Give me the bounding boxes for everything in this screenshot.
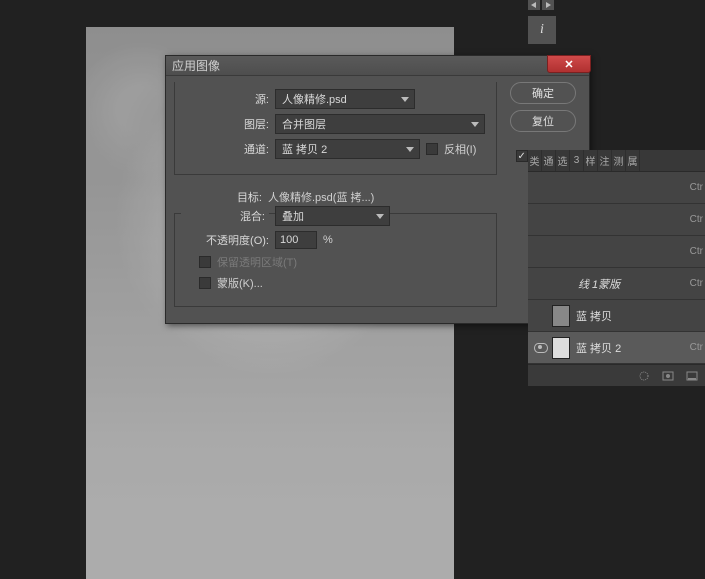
close-icon: ✕ — [564, 58, 573, 71]
opacity-value: 100 — [280, 234, 298, 246]
opacity-label: 不透明度(O): — [181, 232, 269, 248]
source-value: 人像精修.psd — [282, 91, 347, 107]
tab-0[interactable]: 类 — [528, 150, 542, 171]
preserve-transparency-label: 保留透明区域(T) — [217, 254, 297, 270]
reset-button-label: 复位 — [532, 113, 554, 129]
channel-name-3: 线 1蒙版 — [578, 276, 705, 292]
target-value: 人像精修.psd(蓝 拷...) — [268, 189, 374, 205]
channel-row-0[interactable]: Ctr — [528, 172, 705, 204]
dialog-titlebar[interactable]: 应用图像 ✕ — [166, 56, 589, 76]
opacity-input[interactable]: 100 — [275, 231, 317, 249]
close-button[interactable]: ✕ — [547, 55, 591, 73]
tab-5[interactable]: 注 — [598, 150, 612, 171]
tab-7[interactable]: 属 — [626, 150, 640, 171]
blend-value: 叠加 — [282, 208, 304, 224]
panel-tab-strip: 类 通 选 3 样 注 测 属 — [528, 150, 705, 172]
channel-thumb-4[interactable] — [552, 305, 570, 327]
channel-row-1[interactable]: Ctr — [528, 204, 705, 236]
tab-2[interactable]: 选 — [556, 150, 570, 171]
load-selection-icon[interactable] — [637, 370, 651, 382]
collapse-left-icon[interactable] — [528, 0, 540, 10]
ok-button[interactable]: 确定 — [510, 82, 576, 104]
channel-value: 蓝 拷贝 2 — [282, 141, 327, 157]
blend-select[interactable]: 叠加 — [275, 206, 390, 226]
tab-4[interactable]: 样 — [584, 150, 598, 171]
channel-row-4[interactable]: 蓝 拷贝 — [528, 300, 705, 332]
info-panel-button[interactable]: i — [528, 16, 556, 44]
save-selection-icon[interactable] — [661, 370, 675, 382]
panel-footer — [528, 364, 705, 386]
visibility-toggle-5[interactable] — [532, 343, 550, 353]
new-channel-icon[interactable] — [685, 370, 699, 382]
channel-name-5: 蓝 拷贝 2 — [576, 340, 705, 356]
blend-group: 混合: 叠加 不透明度(O): 100 % 保留透明区域(T) — [174, 213, 497, 307]
channels-panel: 类 通 选 3 样 注 测 属 Ctr Ctr Ctr 线 1蒙版 Ctr 蓝 … — [528, 150, 705, 386]
source-select[interactable]: 人像精修.psd — [275, 89, 415, 109]
channel-row-2[interactable]: Ctr — [528, 236, 705, 268]
apply-image-dialog: 应用图像 ✕ 源: 人像精修.psd 图层: 合并图层 — [165, 55, 590, 324]
shortcut-2: Ctr — [690, 246, 703, 257]
shortcut-1: Ctr — [690, 214, 703, 225]
channel-row-3[interactable]: 线 1蒙版 Ctr — [528, 268, 705, 300]
tab-1[interactable]: 通 — [542, 150, 556, 171]
preview-checkbox[interactable] — [516, 150, 528, 162]
opacity-unit: % — [323, 234, 333, 246]
channel-select[interactable]: 蓝 拷贝 2 — [275, 139, 420, 159]
dialog-title-text: 应用图像 — [172, 57, 220, 74]
source-label: 源: — [181, 91, 269, 107]
invert-label: 反相(I) — [444, 141, 476, 157]
reset-button[interactable]: 复位 — [510, 110, 576, 132]
ok-button-label: 确定 — [532, 85, 554, 101]
preserve-transparency-checkbox — [199, 256, 211, 268]
shortcut-3: Ctr — [690, 278, 703, 289]
panel-collapse-controls: i — [528, 0, 556, 44]
layer-value: 合并图层 — [282, 116, 326, 132]
layer-select[interactable]: 合并图层 — [275, 114, 485, 134]
channel-row-5[interactable]: 蓝 拷贝 2 Ctr — [528, 332, 705, 364]
mask-checkbox[interactable] — [199, 277, 211, 289]
collapse-right-icon[interactable] — [542, 0, 554, 10]
shortcut-0: Ctr — [690, 182, 703, 193]
target-label: 目标: — [174, 189, 262, 205]
layer-label: 图层: — [181, 116, 269, 132]
eye-icon — [534, 343, 548, 353]
shortcut-5: Ctr — [690, 342, 703, 353]
channel-label: 通道: — [181, 141, 269, 157]
mask-label: 蒙版(K)... — [217, 275, 263, 291]
channel-name-4: 蓝 拷贝 — [576, 308, 705, 324]
tab-6[interactable]: 测 — [612, 150, 626, 171]
tab-3[interactable]: 3 — [570, 150, 584, 171]
source-group: 源: 人像精修.psd 图层: 合并图层 通道: 蓝 拷贝 2 — [174, 82, 497, 175]
channel-thumb-5[interactable] — [552, 337, 570, 359]
invert-checkbox[interactable] — [426, 143, 438, 155]
blend-label: 混合: — [181, 208, 269, 224]
